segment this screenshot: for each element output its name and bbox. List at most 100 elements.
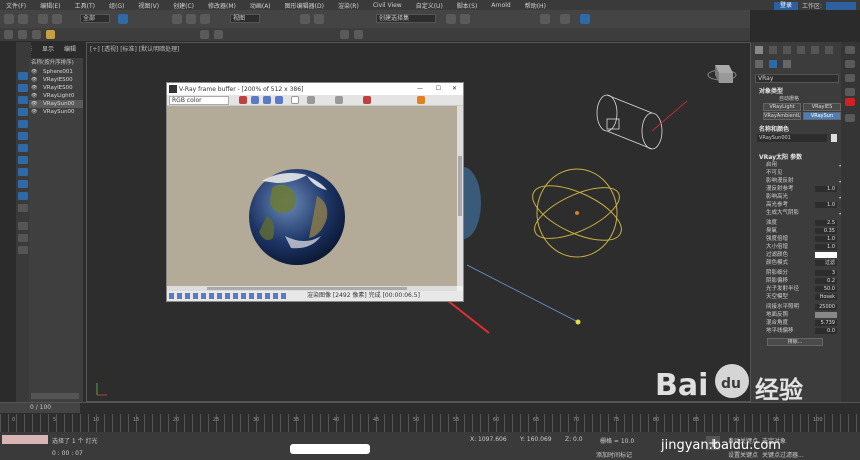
sky-model-select[interactable]: Hosek (815, 294, 837, 300)
vray-fur-icon[interactable] (340, 30, 349, 39)
horizon-offset-spinner[interactable]: 0.0 (815, 328, 837, 334)
filter-containers-icon[interactable] (18, 180, 28, 188)
unlink-icon[interactable] (52, 14, 62, 24)
hierarchy-tab-icon[interactable] (783, 46, 791, 54)
display-tab-icon[interactable] (811, 46, 819, 54)
coord-z[interactable]: Z: 0.0 (565, 436, 583, 443)
menu-edit[interactable]: 编辑(E) (40, 1, 60, 10)
filter-color-swatch[interactable] (815, 252, 837, 258)
render-icon[interactable] (580, 14, 590, 24)
menu-view[interactable]: 视图(V) (138, 1, 159, 10)
ozone-spinner[interactable]: 0.35 (815, 228, 837, 234)
list-item[interactable]: Sphere001 (29, 68, 83, 76)
maxscript-listener[interactable] (2, 435, 48, 444)
rotate-icon[interactable] (186, 14, 196, 24)
vray-material-icon[interactable] (200, 30, 209, 39)
material-editor-icon[interactable] (540, 14, 550, 24)
filter-none-icon[interactable] (18, 234, 28, 242)
vfb-green-channel-icon[interactable] (251, 96, 259, 104)
render-setup-icon[interactable] (560, 14, 570, 24)
name-color-rollout[interactable]: 名称和颜色 (759, 124, 789, 133)
angle-snap-icon[interactable] (314, 14, 324, 24)
explorer-scrollbar[interactable] (31, 393, 79, 399)
menu-group[interactable]: 组(G) (109, 1, 124, 10)
vrayies-button[interactable]: VRayIES (803, 103, 841, 111)
selection-filter-combo[interactable]: 全部 (80, 14, 110, 23)
light-type-select[interactable]: VRay (755, 74, 839, 83)
menu-rendering[interactable]: 渲染(R) (338, 1, 359, 10)
select-icon[interactable] (118, 14, 128, 24)
menu-graph-editors[interactable]: 图形编辑器(D) (285, 1, 324, 10)
filter-hidden-icon[interactable] (18, 204, 28, 212)
viewcube-icon[interactable] (707, 65, 737, 83)
menu-modifiers[interactable]: 修改器(M) (208, 1, 236, 10)
workspace-select[interactable] (826, 1, 856, 10)
vfb-channel-select[interactable]: RGB color (169, 96, 229, 105)
vray-toolbar-pill[interactable] (290, 444, 370, 454)
vray-frame-buffer-window[interactable]: V-Ray frame buffer - [200% of 512 x 386]… (166, 82, 464, 302)
filter-helpers-icon[interactable] (18, 120, 28, 128)
vray-light-gizmo[interactable] (596, 94, 663, 150)
vfb-mono-icon[interactable] (291, 96, 299, 104)
menu-help[interactable]: 帮助(H) (525, 1, 546, 10)
maximize-icon[interactable]: ☐ (436, 85, 441, 92)
vfb-clear-icon[interactable] (335, 96, 343, 104)
shadow-subdivs-spinner[interactable]: 3 (815, 270, 837, 276)
vray-proxy-icon[interactable] (214, 30, 223, 39)
vraylight-button[interactable]: VRayLight (763, 103, 801, 111)
vfb-render-area[interactable] (167, 106, 457, 286)
coord-x[interactable]: X: 1097.606 (470, 436, 507, 443)
color-mode-select[interactable]: 过滤 (815, 260, 837, 266)
list-item[interactable]: VRayLight0 (29, 92, 83, 100)
specular-contribution-spinner[interactable]: 1.0 (815, 202, 837, 208)
sun-target-point[interactable] (575, 319, 581, 325)
vfb-blue-channel-icon[interactable] (263, 96, 271, 104)
vraysun-gizmo[interactable] (525, 168, 629, 258)
utilities-tab-icon[interactable] (825, 46, 833, 54)
ground-albedo-swatch[interactable] (815, 312, 837, 318)
filter-frozen-icon[interactable] (18, 192, 28, 200)
menu-file[interactable]: 文件(F) (6, 1, 26, 10)
add-time-tag[interactable]: 添加时间标记 (596, 450, 632, 459)
filter-spacewarps-icon[interactable] (18, 132, 28, 140)
vraysun-button[interactable]: VRaySun (803, 112, 841, 120)
cameras-icon[interactable] (783, 60, 791, 68)
exclude-button[interactable]: 排除... (767, 338, 823, 346)
reference-coord-combo[interactable]: 视图 (230, 14, 260, 23)
menu-customize[interactable]: 自定义(U) (416, 1, 443, 10)
intensity-multiplier-spinner[interactable]: 1.0 (815, 236, 837, 242)
filter-groups-icon[interactable] (18, 144, 28, 152)
vfb-render-icon[interactable] (417, 96, 425, 104)
size-multiplier-spinner[interactable]: 1.0 (815, 244, 837, 250)
named-selection-combo[interactable]: 创建选择集 (376, 14, 436, 23)
filter-xrefs-icon[interactable] (18, 156, 28, 164)
vfb-titlebar[interactable]: V-Ray frame buffer - [200% of 512 x 386]… (167, 83, 463, 95)
create-tab-icon[interactable] (755, 46, 763, 54)
tab-display[interactable]: 显示 (42, 44, 54, 54)
geometry-icon[interactable] (755, 60, 763, 68)
lights-icon[interactable] (769, 60, 777, 68)
scale-icon[interactable] (200, 14, 210, 24)
vray-light-icon[interactable] (32, 30, 41, 39)
filter-cameras-icon[interactable] (18, 108, 28, 116)
redo-icon[interactable] (18, 14, 28, 24)
sun-params-rollout[interactable]: VRay太阳 参数 (759, 152, 802, 161)
snap-icon[interactable] (300, 14, 310, 24)
filter-shapes-icon[interactable] (18, 84, 28, 92)
vfb-vertical-scrollbar[interactable] (457, 106, 463, 286)
vfb-save-icon[interactable] (307, 96, 315, 104)
link-icon[interactable] (38, 14, 48, 24)
object-color-swatch[interactable] (831, 134, 837, 142)
red-color-icon[interactable] (845, 98, 855, 106)
list-item[interactable]: VRaySun00 (29, 108, 83, 116)
minimize-icon[interactable]: — (417, 85, 423, 92)
coord-y[interactable]: Y: 160.069 (520, 436, 552, 443)
blend-angle-spinner[interactable]: 5.739 (815, 320, 837, 326)
modify-tab-icon[interactable] (769, 46, 777, 54)
brush-icon[interactable] (845, 60, 855, 68)
close-icon[interactable]: ✕ (452, 85, 457, 92)
indirect-illum-spinner[interactable]: 25000 (815, 304, 837, 310)
filter-bones-icon[interactable] (18, 168, 28, 176)
object-type-rollout[interactable]: 对象类型 (759, 86, 783, 95)
motion-tab-icon[interactable] (797, 46, 805, 54)
